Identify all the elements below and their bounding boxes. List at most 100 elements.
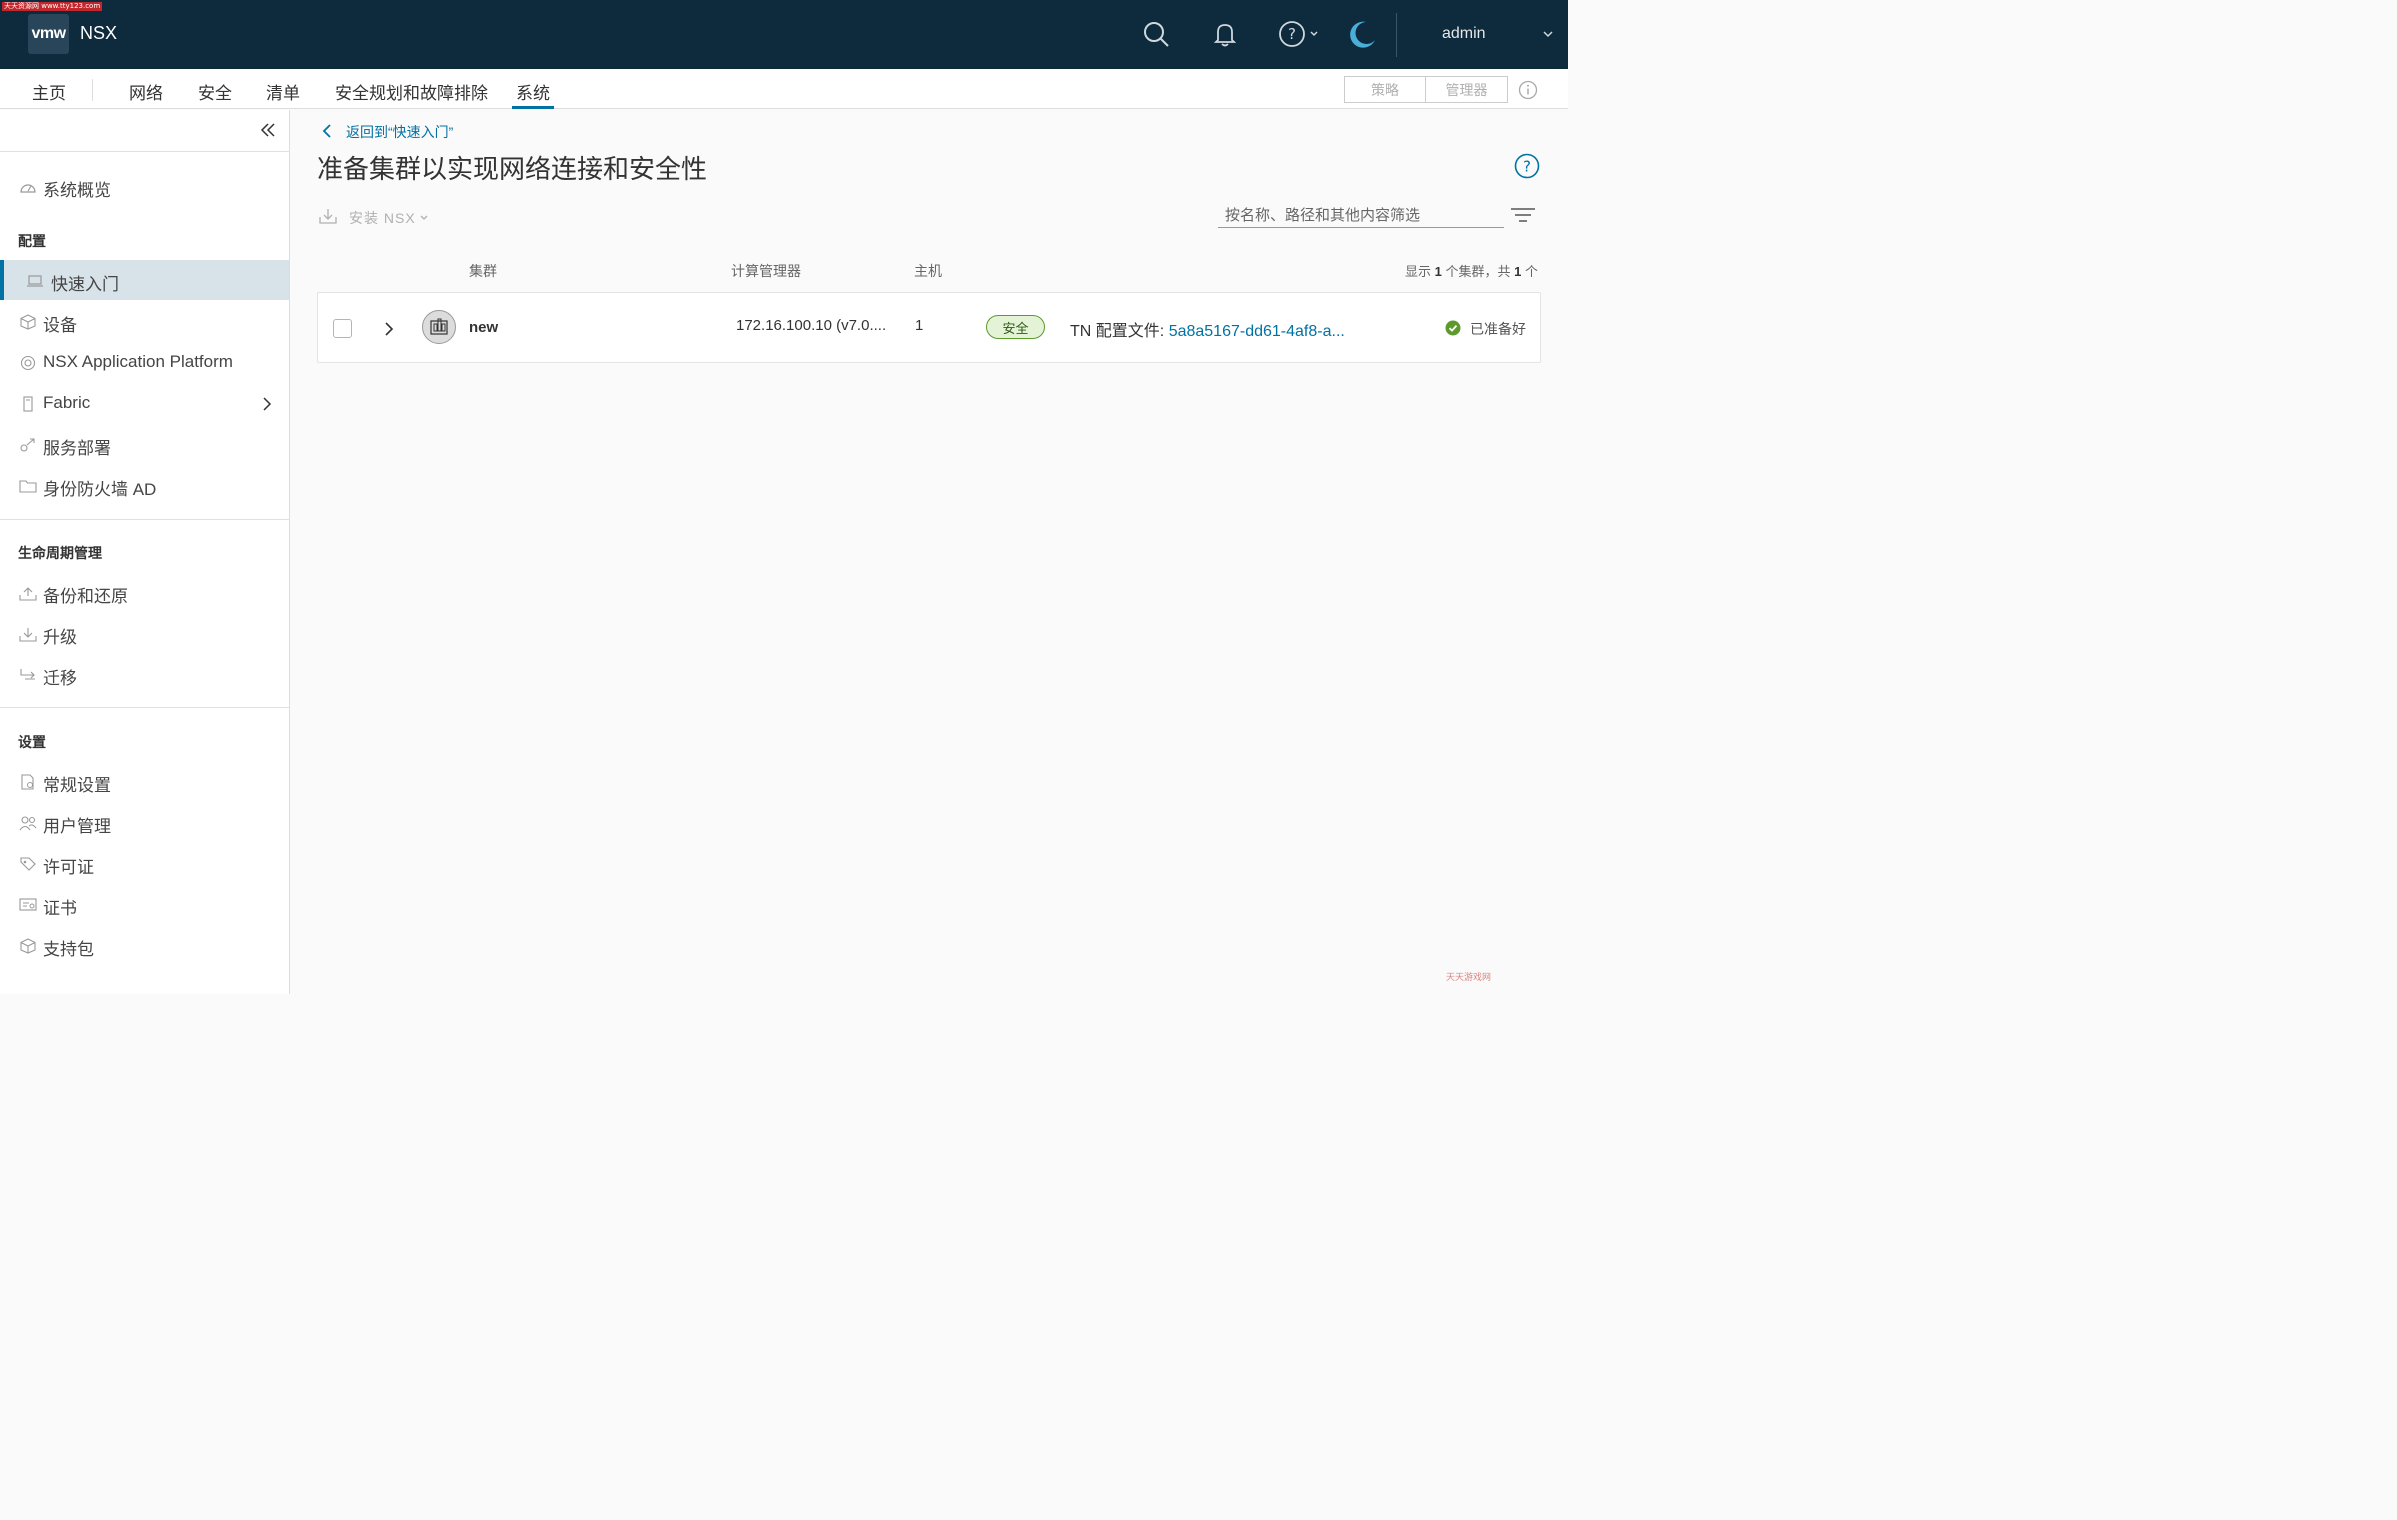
svg-text:?: ?	[1523, 158, 1531, 176]
platform-icon	[19, 355, 37, 371]
tn-profile-label: TN 配置文件:	[1070, 323, 1165, 340]
help-icon[interactable]: ?	[1514, 153, 1540, 184]
user-menu[interactable]: admin	[1442, 25, 1486, 43]
chevron-down-icon[interactable]	[1542, 27, 1554, 45]
bell-icon[interactable]	[1209, 18, 1241, 50]
check-circle-icon	[1445, 320, 1461, 339]
sidebar-item-user-management[interactable]: 用户管理	[0, 802, 289, 842]
install-nsx-button[interactable]: 安装 NSX	[319, 207, 429, 228]
hosts-count: 1	[915, 317, 924, 334]
filter-input[interactable]: 按名称、路径和其他内容筛选	[1218, 198, 1504, 228]
page-title: 准备集群以实现网络连接和安全性	[317, 154, 708, 184]
count-total: 1	[1514, 264, 1522, 279]
sidebar-item-overview[interactable]: 系统概览	[0, 166, 289, 206]
tn-profile-link[interactable]: 5a8a5167-dd61-4af8-a...	[1169, 323, 1345, 340]
row-checkbox[interactable]	[333, 319, 352, 338]
tab-plan-troubleshoot[interactable]: 安全规划和故障排除	[335, 79, 488, 109]
back-link-label: 返回到“快速入门”	[346, 124, 454, 140]
sidebar-item-support-bundle[interactable]: 支持包	[0, 925, 289, 965]
tn-profile: TN 配置文件: 5a8a5167-dd61-4af8-a...	[1070, 317, 1345, 341]
sidebar-item-appliances[interactable]: 设备	[0, 301, 289, 341]
svg-text:?: ?	[1288, 25, 1296, 43]
sidebar-item-fabric[interactable]: Fabric	[0, 383, 289, 423]
cluster-icon	[422, 310, 456, 344]
chevron-right-icon[interactable]	[261, 396, 273, 416]
section-lifecycle: 生命周期管理	[18, 545, 102, 561]
column-header-compute-manager[interactable]: 计算管理器	[731, 261, 801, 281]
tab-security[interactable]: 安全	[198, 79, 232, 109]
bundle-icon	[19, 938, 37, 954]
deploy-icon	[19, 437, 37, 453]
column-header-hosts[interactable]: 主机	[914, 261, 942, 281]
manager-mode-button[interactable]: 管理器	[1426, 76, 1508, 103]
sidebar-item-backup-restore[interactable]: 备份和还原	[0, 572, 289, 612]
watermark-bottom: 天天游戏网	[1446, 972, 1492, 982]
compute-manager-value: 172.16.100.10 (v7.0....	[736, 317, 887, 334]
top-header: 天天资源网 www.tty123.com vmw NSX ? admin	[0, 0, 1568, 69]
expand-row-icon[interactable]	[384, 321, 394, 342]
sidebar-item-service-deployment[interactable]: 服务部署	[0, 424, 289, 464]
product-name[interactable]: NSX	[80, 23, 117, 44]
users-icon	[19, 815, 37, 831]
sidebar-item-upgrade[interactable]: 升级	[0, 613, 289, 653]
sidebar-item-quick-start[interactable]: 快速入门	[0, 260, 289, 300]
sidebar-item-label: 备份和还原	[43, 587, 128, 606]
sidebar-item-label: 服务部署	[43, 439, 111, 458]
prepared-status: 已准备好	[1445, 319, 1526, 339]
sidebar-item-general-settings[interactable]: 常规设置	[0, 761, 289, 801]
section-settings: 设置	[18, 734, 46, 750]
sidebar-item-nsx-application-platform[interactable]: NSX Application Platform	[0, 342, 289, 382]
status-label: 已准备好	[1470, 321, 1526, 337]
nav-divider	[92, 79, 93, 101]
sidebar-item-label: 身份防火墙 AD	[43, 480, 157, 499]
upgrade-icon	[19, 626, 37, 642]
main-nav: 主页 网络 安全 清单 安全规划和故障排除 系统 策略 管理器	[0, 69, 1568, 109]
info-icon[interactable]	[1518, 80, 1538, 105]
backup-icon	[19, 585, 37, 601]
sidebar-divider	[0, 707, 289, 708]
sidebar-item-label: 迁移	[43, 669, 77, 688]
tab-home[interactable]: 主页	[32, 79, 66, 109]
install-nsx-label: 安装 NSX	[349, 209, 416, 226]
chevron-left-icon	[322, 123, 332, 141]
license-icon	[19, 856, 37, 872]
moon-icon[interactable]	[1346, 18, 1378, 50]
collapse-sidebar-icon[interactable]	[258, 120, 278, 145]
sidebar-item-label: 证书	[43, 899, 77, 918]
security-badge: 安全	[986, 315, 1045, 339]
search-icon[interactable]	[1140, 18, 1172, 50]
header-divider	[1396, 13, 1397, 57]
cluster-row[interactable]: new 172.16.100.10 (v7.0.... 1 安全 TN 配置文件…	[317, 292, 1541, 363]
sidebar-divider	[0, 519, 289, 520]
folder-icon	[19, 478, 37, 494]
sidebar-item-label: 快速入门	[51, 275, 119, 294]
sidebar-item-identity-firewall-ad[interactable]: 身份防火墙 AD	[0, 465, 289, 505]
sidebar-item-label: 许可证	[43, 858, 94, 877]
laptop-icon	[26, 273, 44, 289]
policy-mode-button[interactable]: 策略	[1344, 76, 1426, 103]
tab-networking[interactable]: 网络	[129, 79, 163, 109]
section-config: 配置	[18, 233, 46, 249]
count-prefix: 显示	[1405, 264, 1432, 279]
sidebar-item-licenses[interactable]: 许可证	[0, 843, 289, 883]
sidebar-item-label: 用户管理	[43, 817, 111, 836]
count-shown: 1	[1434, 264, 1442, 279]
back-link[interactable]: 返回到“快速入门”	[322, 122, 453, 142]
dashboard-icon	[19, 179, 37, 195]
sidebar-item-label: 设备	[43, 316, 77, 335]
filter-icon[interactable]	[1510, 207, 1536, 228]
tab-inventory[interactable]: 清单	[266, 79, 300, 109]
count-suffix: 个	[1525, 264, 1539, 279]
certificate-icon	[19, 897, 37, 913]
sidebar-item-label: 支持包	[43, 940, 94, 959]
result-count: 显示 1 个集群，共 1 个	[1405, 261, 1538, 280]
column-header-cluster[interactable]: 集群	[469, 261, 497, 281]
sidebar-item-migrate[interactable]: 迁移	[0, 654, 289, 694]
tab-system[interactable]: 系统	[512, 79, 554, 109]
help-menu-icon[interactable]: ?	[1278, 18, 1324, 50]
count-mid: 个集群，共	[1445, 264, 1511, 279]
vmware-logo[interactable]: vmw	[28, 14, 69, 54]
server-icon	[19, 396, 37, 412]
sidebar-item-certificates[interactable]: 证书	[0, 884, 289, 924]
cluster-name[interactable]: new	[469, 319, 498, 336]
